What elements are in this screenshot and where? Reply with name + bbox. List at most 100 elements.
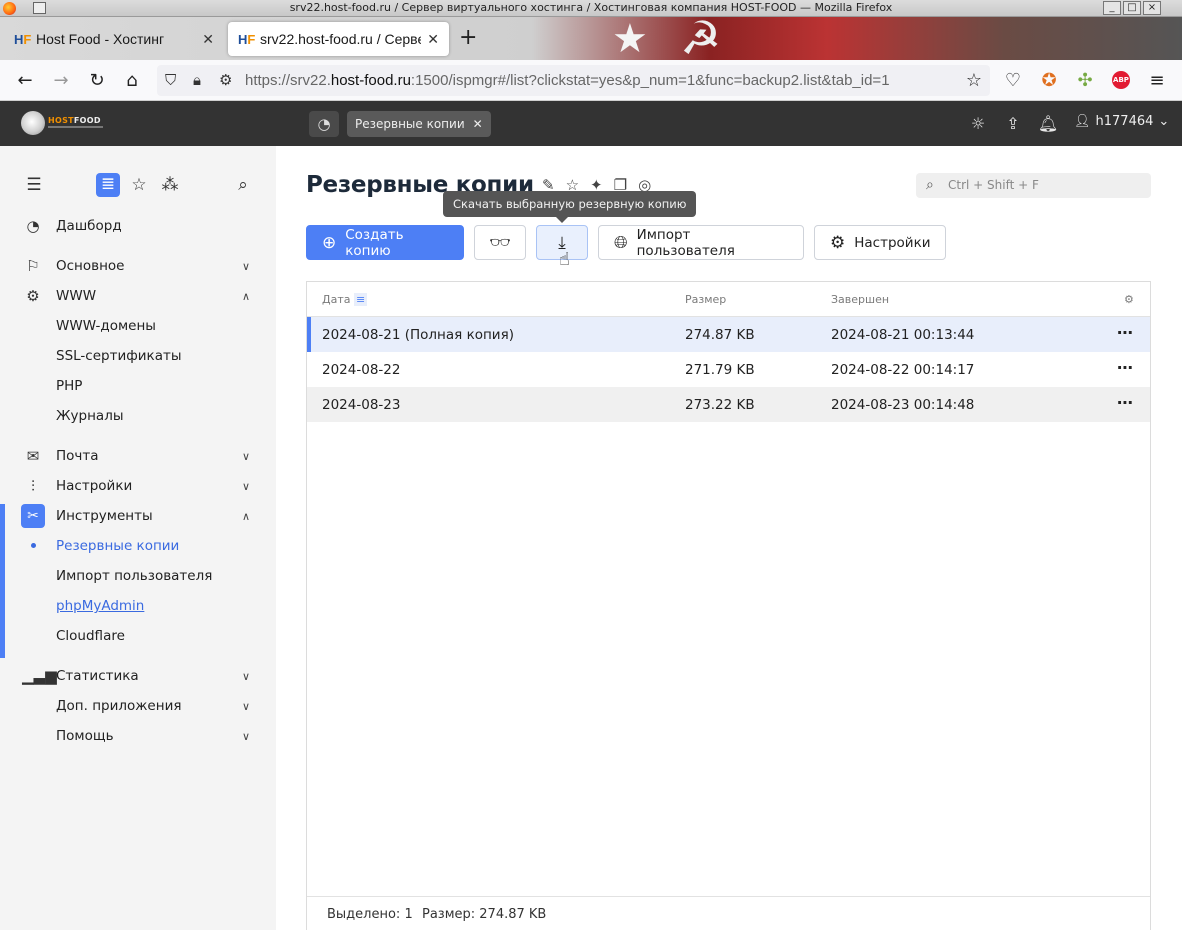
sidebar-item-cloudflare[interactable]: Cloudflare bbox=[0, 621, 276, 651]
sidebar-item-label: Почта bbox=[56, 448, 99, 464]
reload-icon[interactable]: ↻ bbox=[84, 68, 110, 94]
url-bar[interactable]: ⛉ 🔒︎ ⚙︎ https://srv22.host-food.ru:1500/… bbox=[157, 65, 990, 96]
logo-text: HOSTFOOD bbox=[48, 116, 101, 125]
hostfood-logo-icon[interactable] bbox=[21, 111, 45, 135]
adblock-icon[interactable]: ABP bbox=[1112, 71, 1130, 89]
footprints-icon[interactable]: ⁂ bbox=[158, 174, 182, 198]
forward-icon[interactable]: → bbox=[48, 68, 74, 94]
sidebar-item-extra-apps[interactable]: Доп. приложения ∨ bbox=[0, 691, 276, 721]
sidebar-item-label: Журналы bbox=[56, 408, 124, 424]
sidebar-item-label: SSL-сертификаты bbox=[56, 348, 182, 364]
sidebar-collapse-icon[interactable]: ☰ bbox=[22, 174, 46, 198]
sidebar-item-main[interactable]: ⚐ Основное ∨ bbox=[0, 251, 276, 281]
theme-sickle-icon: ☭ bbox=[680, 17, 722, 60]
permissions-icon[interactable]: ⚙︎ bbox=[219, 65, 232, 96]
tab-srv22[interactable]: HF srv22.host-food.ru / Серве ✕ bbox=[228, 22, 449, 56]
sidebar-item-backups[interactable]: Резервные копии bbox=[0, 531, 276, 561]
close-chip-icon[interactable]: ✕ bbox=[473, 117, 483, 131]
sidebar-item-statistics[interactable]: ▁▃▆ Статистика ∨ bbox=[0, 661, 276, 691]
column-size[interactable]: Размер bbox=[685, 293, 726, 306]
shield-icon[interactable]: ⛉ bbox=[165, 65, 176, 96]
back-icon[interactable]: ← bbox=[12, 68, 38, 94]
theme-sun-icon[interactable]: ☼ bbox=[967, 113, 989, 135]
close-tab-icon[interactable]: ✕ bbox=[427, 31, 439, 48]
cell-finished: 2024-08-21 00:13:44 bbox=[831, 327, 975, 343]
hostfood-favicon-icon: HF bbox=[14, 31, 32, 47]
user-icon: 👤︎ bbox=[1074, 114, 1091, 129]
sidebar-search-icon[interactable]: ⌕ bbox=[231, 174, 255, 198]
sidebar-item-import-user[interactable]: Импорт пользователя bbox=[0, 561, 276, 591]
extension-fox-icon[interactable]: ✪ bbox=[1036, 68, 1062, 94]
chevron-down-icon: ∨ bbox=[242, 699, 251, 713]
sidebar-item-mail[interactable]: ✉ Почта ∨ bbox=[0, 441, 276, 471]
table-row[interactable]: 2024-08-23 273.22 KB 2024-08-23 00:14:48… bbox=[307, 387, 1150, 422]
dashboard-pie-icon[interactable]: ◔ bbox=[309, 111, 339, 137]
sidebar-item-tools[interactable]: ✂ Инструменты ∧ bbox=[0, 501, 276, 531]
tab-host-food[interactable]: HF Host Food - Хостинг ✕ bbox=[4, 22, 224, 56]
create-backup-button[interactable]: ⊕ Создать копию bbox=[306, 225, 464, 260]
sidebar-item-label: Дашборд bbox=[56, 218, 122, 234]
theme-star-icon: ★ bbox=[612, 17, 648, 60]
sidebar-item-settings[interactable]: ⫶ Настройки ∨ bbox=[0, 471, 276, 501]
sidebar-item-ssl[interactable]: SSL-сертификаты bbox=[0, 341, 276, 371]
new-tab-button[interactable]: + bbox=[459, 27, 477, 49]
url-prefix: https://srv22. bbox=[245, 72, 331, 89]
row-menu-icon[interactable]: ⋯ bbox=[1117, 323, 1134, 342]
logo-tagline-bar bbox=[48, 126, 103, 128]
cell-size: 274.87 KB bbox=[685, 327, 755, 343]
close-window-button[interactable]: × bbox=[1143, 1, 1161, 15]
sidebar-item-logs[interactable]: Журналы bbox=[0, 401, 276, 431]
sidebar-item-php[interactable]: PHP bbox=[0, 371, 276, 401]
view-button[interactable]: 👓︎ bbox=[474, 225, 526, 260]
sidebar-item-label: phpMyAdmin bbox=[56, 598, 145, 614]
cell-size: 271.79 KB bbox=[685, 362, 755, 378]
import-user-button[interactable]: 🌐︎ Импорт пользователя bbox=[598, 225, 804, 260]
upload-icon[interactable]: ⇪ bbox=[1002, 113, 1024, 135]
pocket-icon[interactable]: ♡ bbox=[1000, 68, 1026, 94]
close-tab-icon[interactable]: ✕ bbox=[202, 31, 214, 48]
logo-host: HOST bbox=[48, 116, 74, 125]
sidebar-item-help[interactable]: Помощь ∨ bbox=[0, 721, 276, 751]
home-icon[interactable]: ⌂ bbox=[119, 68, 145, 94]
favorites-star-icon[interactable]: ☆ bbox=[127, 174, 151, 198]
column-date[interactable]: Дата ≡ bbox=[322, 293, 368, 306]
active-page-chip[interactable]: Резервные копии ✕ bbox=[347, 111, 491, 137]
flag-icon: ⚐ bbox=[26, 257, 40, 275]
cell-date: 2024-08-23 bbox=[322, 397, 401, 413]
hostfood-favicon-icon: HF bbox=[238, 31, 256, 47]
window-titlebar: srv22.host-food.ru / Сервер виртуального… bbox=[0, 0, 1182, 17]
settings-button[interactable]: ⚙ Настройки bbox=[814, 225, 946, 260]
sidebar-item-label: WWW-домены bbox=[56, 318, 156, 334]
sidebar-item-www[interactable]: ⚙ WWW ∧ bbox=[0, 281, 276, 311]
search-input[interactable]: ⌕ Ctrl + Shift + F bbox=[916, 173, 1151, 198]
sidebar-item-www-domains[interactable]: WWW-домены bbox=[0, 311, 276, 341]
user-menu[interactable]: 👤︎ h177464 ⌄ bbox=[1074, 114, 1169, 129]
minimize-button[interactable]: _ bbox=[1103, 1, 1121, 15]
sidebar-item-label: PHP bbox=[56, 378, 83, 394]
chevron-down-icon: ∨ bbox=[242, 729, 251, 743]
lock-icon[interactable]: 🔒︎ bbox=[193, 65, 201, 96]
extension-puzzle-icon[interactable]: ✣ bbox=[1072, 68, 1098, 94]
table-header: Дата ≡ Размер Завершен ⚙ bbox=[307, 282, 1150, 317]
cell-date: 2024-08-21 (Полная копия) bbox=[322, 327, 514, 343]
maximize-button[interactable]: □ bbox=[1123, 1, 1141, 15]
column-finished[interactable]: Завершен bbox=[831, 293, 889, 306]
row-menu-icon[interactable]: ⋯ bbox=[1117, 358, 1134, 377]
sidebar-item-phpmyadmin[interactable]: phpMyAdmin bbox=[0, 591, 276, 621]
sidebar-item-label: Настройки bbox=[56, 478, 133, 494]
column-settings-gear-icon[interactable]: ⚙ bbox=[1124, 293, 1134, 306]
table-row[interactable]: 2024-08-22 271.79 KB 2024-08-22 00:14:17… bbox=[307, 352, 1150, 387]
cell-finished: 2024-08-23 00:14:48 bbox=[831, 397, 975, 413]
menu-hamburger-icon[interactable]: ≡ bbox=[1144, 68, 1170, 94]
sidebar-item-dashboard[interactable]: ◔ Дашборд bbox=[0, 211, 276, 241]
search-icon: ⌕ bbox=[926, 177, 934, 193]
bookmark-star-icon[interactable]: ☆ bbox=[961, 68, 987, 94]
gear-icon: ⚙ bbox=[830, 232, 846, 253]
row-menu-icon[interactable]: ⋯ bbox=[1117, 393, 1134, 412]
column-date-label: Дата bbox=[322, 293, 351, 306]
menu-list-icon[interactable]: ≣ bbox=[96, 173, 120, 197]
url-host: host-food.ru bbox=[330, 72, 411, 89]
notifications-bell-icon[interactable]: 🔔︎ bbox=[1037, 113, 1059, 135]
sort-icon[interactable]: ≡ bbox=[353, 293, 368, 306]
table-row[interactable]: 2024-08-21 (Полная копия) 274.87 KB 2024… bbox=[307, 317, 1150, 352]
